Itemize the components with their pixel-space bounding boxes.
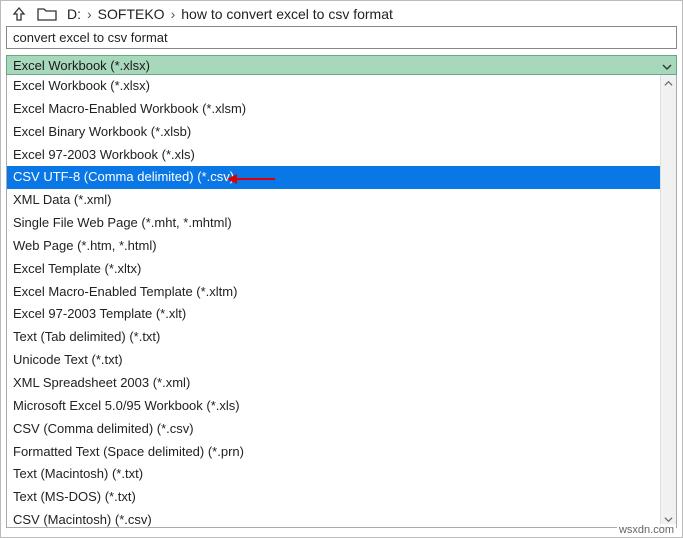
list-item[interactable]: Formatted Text (Space delimited) (*.prn) — [7, 441, 660, 464]
list-item[interactable]: Unicode Text (*.txt) — [7, 349, 660, 372]
chevron-down-icon — [662, 60, 672, 70]
filetype-selected-label: Excel Workbook (*.xlsx) — [13, 58, 150, 73]
filename-row — [1, 26, 682, 55]
list-item[interactable]: XML Spreadsheet 2003 (*.xml) — [7, 372, 660, 395]
folder-icon — [37, 6, 57, 22]
list-item[interactable]: Text (Macintosh) (*.txt) — [7, 463, 660, 486]
list-item[interactable]: Text (Tab delimited) (*.txt) — [7, 326, 660, 349]
breadcrumb-separator: › — [87, 6, 92, 22]
scroll-up-button[interactable] — [661, 75, 676, 91]
list-item[interactable]: Excel Macro-Enabled Template (*.xltm) — [7, 281, 660, 304]
list-item[interactable]: Excel Workbook (*.xlsx) — [7, 75, 660, 98]
list-item[interactable]: XML Data (*.xml) — [7, 189, 660, 212]
watermark: wsxdn.com — [617, 524, 676, 536]
breadcrumb-folder1[interactable]: SOFTEKO — [98, 6, 165, 22]
arrow-indicator-icon — [227, 172, 275, 184]
list-item[interactable]: CSV UTF-8 (Comma delimited) (*.csv) — [7, 166, 660, 189]
filename-input[interactable] — [6, 26, 677, 49]
scrollbar[interactable] — [660, 75, 676, 527]
scroll-track[interactable] — [661, 91, 676, 511]
list-item[interactable]: CSV (Macintosh) (*.csv) — [7, 509, 660, 527]
list-item[interactable]: Web Page (*.htm, *.html) — [7, 235, 660, 258]
filetype-list-wrapper: Excel Workbook (*.xlsx)Excel Macro-Enabl… — [6, 75, 677, 528]
breadcrumb-folder2[interactable]: how to convert excel to csv format — [181, 6, 393, 22]
up-arrow-icon[interactable] — [11, 6, 27, 22]
breadcrumb-bar: D: › SOFTEKO › how to convert excel to c… — [1, 1, 682, 26]
filetype-list[interactable]: Excel Workbook (*.xlsx)Excel Macro-Enabl… — [7, 75, 660, 527]
list-item[interactable]: Microsoft Excel 5.0/95 Workbook (*.xls) — [7, 395, 660, 418]
list-item[interactable]: Text (MS-DOS) (*.txt) — [7, 486, 660, 509]
list-item[interactable]: Single File Web Page (*.mht, *.mhtml) — [7, 212, 660, 235]
list-item[interactable]: Excel Macro-Enabled Workbook (*.xlsm) — [7, 98, 660, 121]
list-item[interactable]: Excel Binary Workbook (*.xlsb) — [7, 121, 660, 144]
list-item[interactable]: Excel Template (*.xltx) — [7, 258, 660, 281]
breadcrumb[interactable]: D: › SOFTEKO › how to convert excel to c… — [67, 6, 393, 22]
breadcrumb-drive[interactable]: D: — [67, 6, 81, 22]
list-item[interactable]: Excel 97-2003 Workbook (*.xls) — [7, 144, 660, 167]
filetype-dropdown[interactable]: Excel Workbook (*.xlsx) — [6, 55, 677, 75]
list-item[interactable]: Excel 97-2003 Template (*.xlt) — [7, 303, 660, 326]
list-item[interactable]: CSV (Comma delimited) (*.csv) — [7, 418, 660, 441]
breadcrumb-separator: › — [171, 6, 176, 22]
